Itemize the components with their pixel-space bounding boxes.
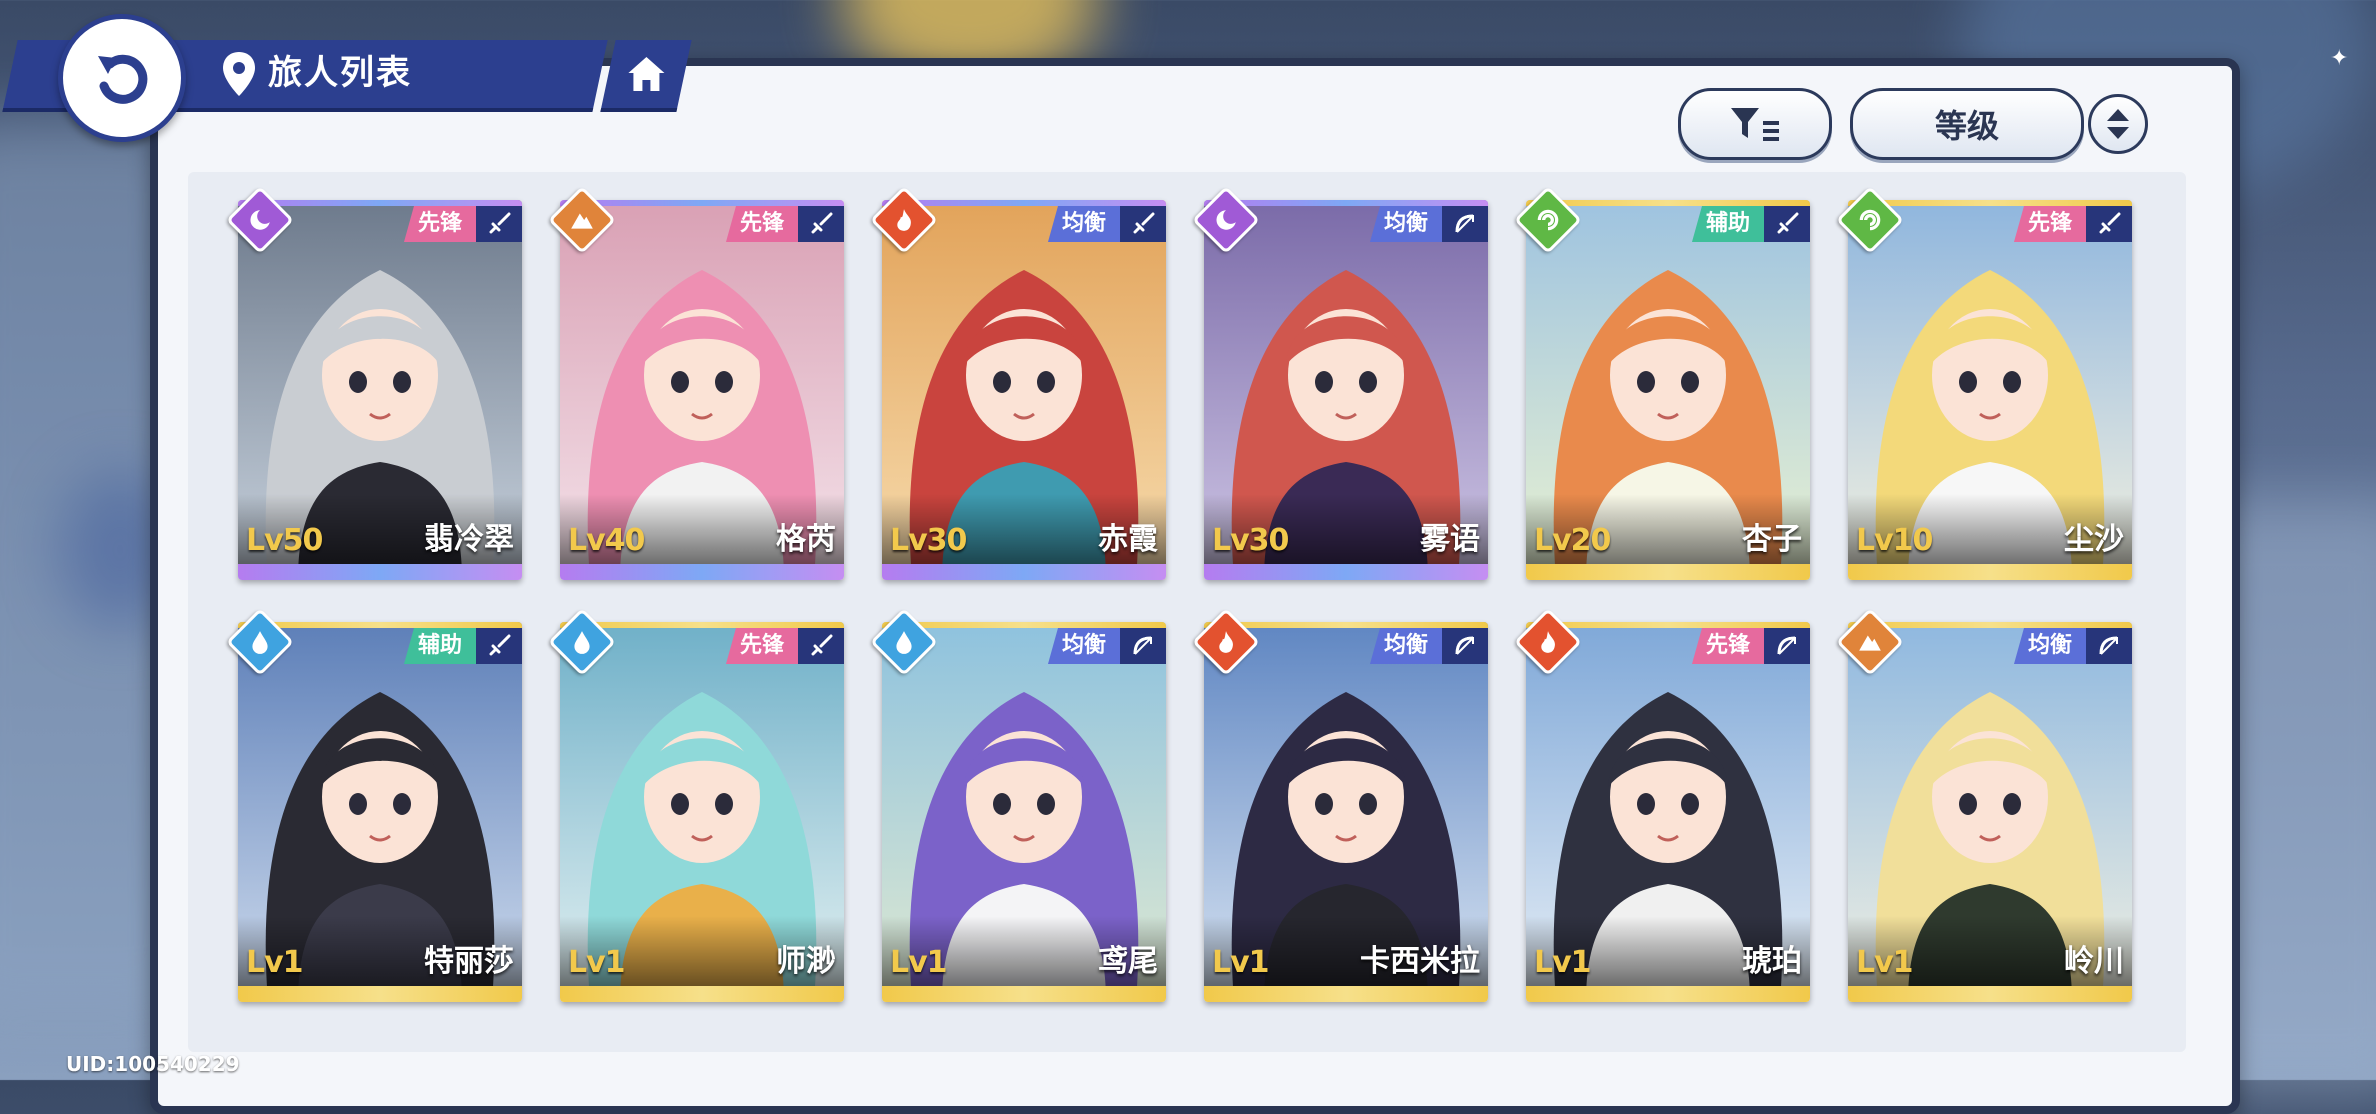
rarity-bar [238, 986, 522, 1002]
sword-icon [798, 628, 844, 664]
character-card[interactable]: 先锋 Lv10 尘沙 [1848, 200, 2132, 580]
role-badge: 先锋 [1691, 628, 1764, 664]
character-card[interactable]: 先锋 Lv50 翡冷翠 [238, 200, 522, 580]
sword-icon [476, 628, 522, 664]
character-level: Lv40 [568, 523, 645, 558]
sort-by-dropdown[interactable]: 等级 [1850, 88, 2084, 160]
role-badge: 均衡 [1047, 628, 1120, 664]
character-level: Lv1 [1856, 945, 1914, 980]
sword-icon [1120, 206, 1166, 242]
home-button[interactable] [600, 40, 692, 112]
sparkle-icon: ✦ [2330, 46, 2349, 71]
role-badge: 先锋 [725, 628, 798, 664]
sort-order-button[interactable] [2088, 94, 2148, 154]
rarity-bar [1848, 564, 2132, 580]
rarity-bar [1204, 564, 1488, 580]
character-level: Lv1 [1212, 945, 1270, 980]
character-name: 赤霞 [1098, 522, 1158, 557]
character-card[interactable]: 均衡 Lv30 雾语 [1204, 200, 1488, 580]
character-level: Lv1 [890, 945, 948, 980]
character-level: Lv1 [246, 945, 304, 980]
bow-icon [1442, 206, 1488, 242]
character-level: Lv30 [890, 523, 967, 558]
role-badge: 辅助 [403, 628, 476, 664]
character-card[interactable]: 先锋 Lv1 琥珀 [1526, 622, 1810, 1002]
rarity-bar [560, 564, 844, 580]
role-badge: 辅助 [1691, 206, 1764, 242]
sword-icon [476, 206, 522, 242]
page-title: 旅人列表 [268, 53, 412, 93]
sword-icon [798, 206, 844, 242]
rarity-bar [238, 564, 522, 580]
rarity-bar [1526, 986, 1810, 1002]
character-card[interactable]: 先锋 Lv40 格芮 [560, 200, 844, 580]
bow-icon [1442, 628, 1488, 664]
character-name: 特丽莎 [424, 944, 514, 979]
character-name: 师渺 [776, 944, 836, 979]
character-name: 岭川 [2064, 944, 2124, 979]
character-card[interactable]: 辅助 Lv1 特丽莎 [238, 622, 522, 1002]
character-name: 翡冷翠 [424, 522, 514, 557]
bow-icon [1120, 628, 1166, 664]
character-card[interactable]: 均衡 Lv1 鸢尾 [882, 622, 1166, 1002]
character-name: 雾语 [1420, 522, 1480, 557]
character-level: Lv1 [1534, 945, 1592, 980]
rarity-bar [1526, 564, 1810, 580]
character-level: Lv30 [1212, 523, 1289, 558]
character-card[interactable]: 辅助 Lv20 杏子 [1526, 200, 1810, 580]
role-badge: 先锋 [725, 206, 798, 242]
character-name: 鸢尾 [1098, 944, 1158, 979]
role-badge: 均衡 [1369, 206, 1442, 242]
rarity-bar [560, 986, 844, 1002]
role-badge: 均衡 [1047, 206, 1120, 242]
sort-order-icon [2107, 109, 2129, 139]
sword-icon [2086, 206, 2132, 242]
character-level: Lv50 [246, 523, 323, 558]
filter-button[interactable] [1678, 88, 1832, 160]
role-badge: 均衡 [2013, 628, 2086, 664]
character-card[interactable]: 均衡 Lv1 卡西米拉 [1204, 622, 1488, 1002]
role-badge: 先锋 [403, 206, 476, 242]
map-pin-icon [223, 52, 255, 96]
home-icon [628, 57, 665, 91]
character-card[interactable]: 先锋 Lv1 师渺 [560, 622, 844, 1002]
back-arrow-icon [98, 54, 148, 104]
role-badge: 先锋 [2013, 206, 2086, 242]
rarity-bar [882, 564, 1166, 580]
back-button[interactable] [58, 14, 186, 142]
character-name: 卡西米拉 [1360, 944, 1480, 979]
user-id: UID:100540229 [66, 1052, 240, 1076]
character-level: Lv20 [1534, 523, 1611, 558]
bow-icon [1764, 628, 1810, 664]
sword-icon [1764, 206, 1810, 242]
character-name: 尘沙 [2064, 522, 2124, 557]
character-card[interactable]: 均衡 Lv1 岭川 [1848, 622, 2132, 1002]
bow-icon [2086, 628, 2132, 664]
character-level: Lv10 [1856, 523, 1933, 558]
character-level: Lv1 [568, 945, 626, 980]
character-card[interactable]: 均衡 Lv30 赤霞 [882, 200, 1166, 580]
character-name: 琥珀 [1742, 944, 1802, 979]
filter-icon [1731, 108, 1779, 141]
rarity-bar [882, 986, 1166, 1002]
role-badge: 均衡 [1369, 628, 1442, 664]
character-name: 格芮 [776, 522, 836, 557]
rarity-bar [1204, 986, 1488, 1002]
rarity-bar [1848, 986, 2132, 1002]
character-name: 杏子 [1742, 522, 1802, 557]
